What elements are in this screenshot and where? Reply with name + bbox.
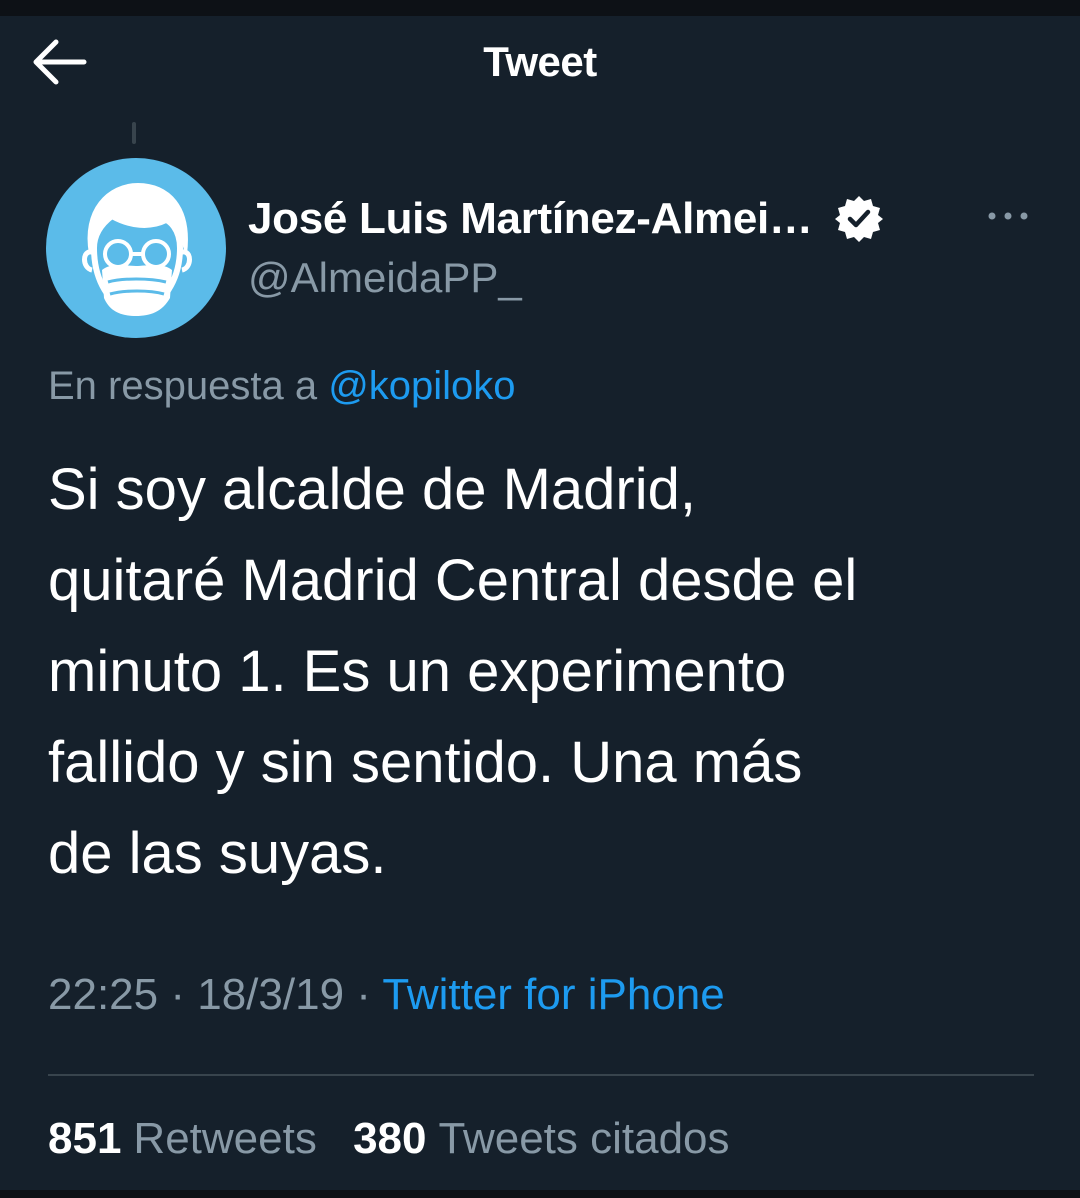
more-dots-icon [988, 212, 1028, 220]
more-options-button[interactable] [984, 196, 1032, 236]
tweet-meta: 22:25 · 18/3/19 · Twitter for iPhone [48, 970, 725, 1020]
thread-connector-line [132, 122, 136, 144]
retweets-stat[interactable]: 851 Retweets [48, 1114, 317, 1164]
avatar[interactable] [46, 158, 226, 338]
author-handle[interactable]: @AlmeidaPP_ [248, 254, 988, 302]
quote-tweets-stat[interactable]: 380 Tweets citados [353, 1114, 729, 1164]
retweets-label: Retweets [133, 1114, 317, 1163]
reply-context: En respuesta a @kopiloko [48, 364, 516, 409]
tweet-stats: 851 Retweets 380 Tweets citados [48, 1114, 730, 1164]
quote-tweets-count: 380 [353, 1114, 427, 1163]
page-title: Tweet [483, 38, 597, 85]
divider [48, 1074, 1034, 1076]
reply-mention-link[interactable]: @kopiloko [328, 364, 515, 408]
tweet-author: José Luis Martínez-Almei… @AlmeidaPP_ [248, 188, 988, 302]
masked-face-avatar [82, 182, 192, 316]
bottom-edge-strip [0, 1190, 1080, 1198]
tweet-date: 18/3/19 [197, 970, 345, 1019]
meta-separator: · [356, 970, 371, 1019]
author-name-row: José Luis Martínez-Almei… [248, 188, 988, 250]
reply-prefix: En respuesta a [48, 364, 318, 408]
tweet-text: Si soy alcalde de Madrid, quitaré Madrid… [48, 457, 858, 886]
verified-badge-icon [833, 193, 885, 245]
retweets-count: 851 [48, 1114, 122, 1163]
status-bar-strip [0, 0, 1080, 16]
tweet-source-link[interactable]: Twitter for iPhone [382, 970, 724, 1019]
quote-tweets-label: Tweets citados [438, 1114, 730, 1163]
author-display-name[interactable]: José Luis Martínez-Almei… [248, 194, 813, 244]
tweet-header: Tweet [0, 16, 1080, 108]
tweet-time: 22:25 [48, 970, 159, 1019]
meta-separator: · [170, 970, 185, 1019]
